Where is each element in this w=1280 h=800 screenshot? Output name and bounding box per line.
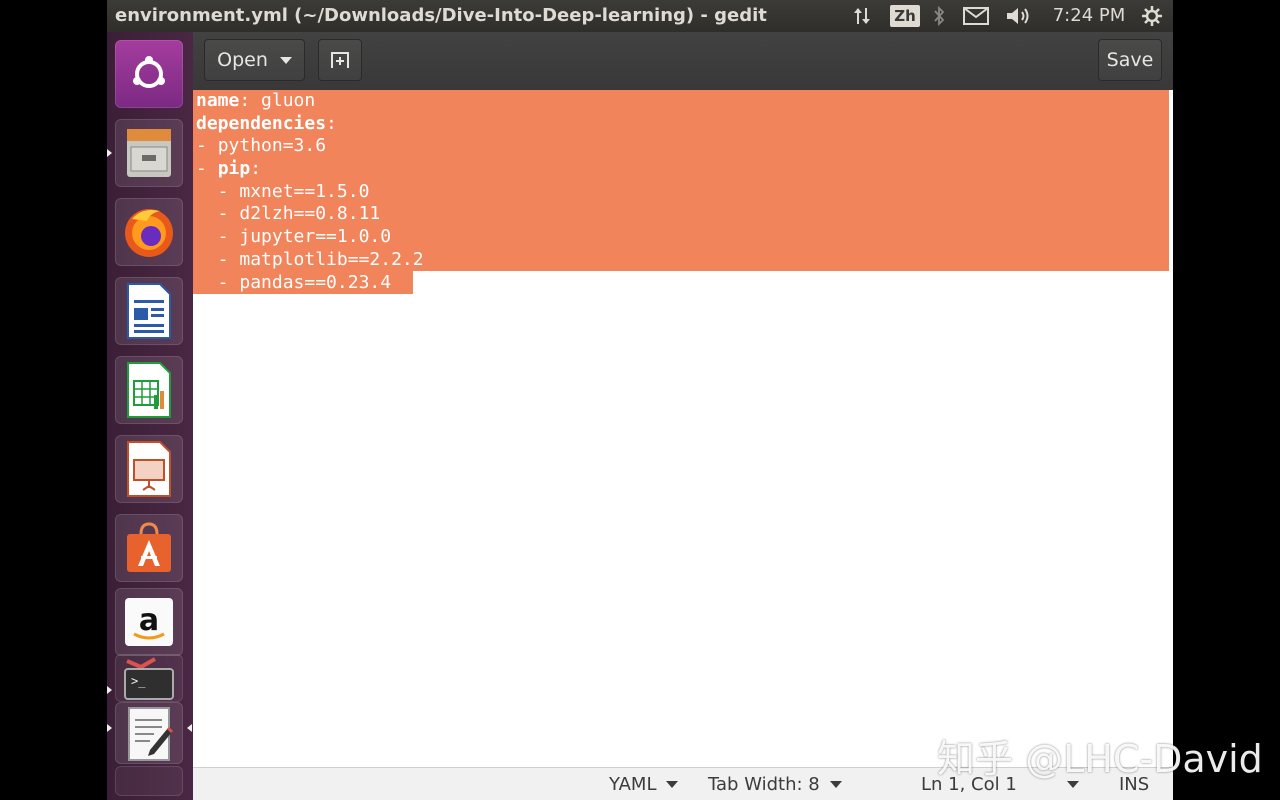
yaml-punctuation: : gluon bbox=[239, 90, 316, 111]
trash-launcher-button[interactable] bbox=[115, 766, 183, 796]
chevron-down-icon bbox=[279, 56, 292, 64]
clock[interactable]: 7:24 PM bbox=[1052, 0, 1126, 32]
code-content: name: gluon dependencies: - python=3.6- pi… bbox=[196, 90, 424, 294]
code-line: - jupyter==1.0.0 bbox=[196, 226, 424, 249]
active-window-indicator bbox=[187, 724, 192, 732]
new-document-button[interactable] bbox=[318, 39, 362, 81]
code-line: dependencies: bbox=[196, 113, 424, 136]
running-indicator bbox=[107, 149, 112, 157]
desktop-screen: environment.yml (~/Downloads/Dive-Into-D… bbox=[107, 0, 1173, 800]
amazon-launcher-button[interactable]: a bbox=[115, 588, 183, 656]
list-marker: - bbox=[196, 180, 240, 202]
yaml-punctuation: : bbox=[326, 112, 337, 134]
code-line: - d2lzh==0.8.11 bbox=[196, 203, 424, 226]
yaml-value: python=3.6 bbox=[217, 135, 327, 157]
launcher: a >_ bbox=[107, 32, 193, 800]
firefox-icon bbox=[125, 209, 173, 257]
yaml-value: d2lzh==0.8.11 bbox=[239, 203, 381, 225]
firefox-launcher-button[interactable] bbox=[115, 198, 183, 266]
code-line: name: gluon bbox=[196, 90, 424, 113]
text-editor-icon bbox=[128, 707, 174, 761]
input-method-indicator[interactable]: Zh bbox=[890, 0, 920, 32]
yaml-value: matplotlib==2.2.2 bbox=[239, 248, 424, 270]
system-gear-icon[interactable] bbox=[1139, 0, 1165, 32]
svg-text:>_: >_ bbox=[131, 674, 146, 688]
software-bag-icon bbox=[127, 522, 171, 572]
yaml-punctuation: : bbox=[250, 158, 262, 180]
files-launcher-button[interactable] bbox=[115, 119, 183, 187]
impress-launcher-button[interactable] bbox=[115, 435, 183, 503]
input-method-icon: Zh bbox=[890, 5, 920, 27]
libreoffice-calc-icon bbox=[127, 362, 171, 418]
bluetooth-icon[interactable] bbox=[929, 0, 949, 32]
code-line: - python=3.6 bbox=[196, 135, 424, 158]
text-editor-area[interactable]: name: gluon dependencies: - python=3.6- pi… bbox=[193, 90, 1173, 767]
tab-width-selector[interactable]: Tab Width: 8 bbox=[708, 768, 842, 800]
file-cabinet-icon bbox=[127, 129, 171, 177]
text-editor-launcher-button[interactable] bbox=[115, 702, 183, 764]
open-button[interactable]: Open bbox=[204, 39, 305, 81]
watermark: 知乎 @LHC-David bbox=[937, 737, 1263, 781]
code-line: - mxnet==1.5.0 bbox=[196, 181, 424, 204]
writer-launcher-button[interactable] bbox=[115, 277, 183, 345]
volume-icon[interactable] bbox=[1004, 0, 1034, 32]
yaml-key: pip bbox=[217, 158, 251, 180]
chevron-down-icon bbox=[829, 781, 842, 788]
window-title: environment.yml (~/Downloads/Dive-Into-D… bbox=[115, 5, 767, 26]
network-updown-icon[interactable] bbox=[849, 0, 875, 32]
running-indicator bbox=[107, 686, 112, 694]
running-indicator bbox=[107, 724, 112, 732]
ubuntu-logo-icon bbox=[133, 56, 165, 88]
chevron-down-icon bbox=[666, 781, 679, 788]
tab-width-label: Tab Width: 8 bbox=[708, 774, 820, 795]
yaml-value: jupyter==1.0.0 bbox=[239, 226, 392, 248]
top-panel: environment.yml (~/Downloads/Dive-Into-D… bbox=[107, 0, 1173, 32]
terminal-icon: >_ bbox=[124, 657, 174, 700]
language-label: YAML bbox=[609, 774, 657, 795]
yaml-value: mxnet==1.5.0 bbox=[239, 180, 370, 202]
list-marker: - bbox=[196, 135, 218, 157]
yaml-key: dependencies bbox=[196, 112, 327, 134]
code-line: - pip: bbox=[196, 158, 424, 181]
calc-launcher-button[interactable] bbox=[115, 356, 183, 424]
list-marker: - bbox=[196, 248, 240, 270]
svg-text:a: a bbox=[139, 603, 159, 638]
list-marker: - bbox=[196, 271, 240, 293]
libreoffice-writer-icon bbox=[127, 283, 171, 339]
open-label: Open bbox=[217, 49, 268, 71]
mail-icon[interactable] bbox=[962, 0, 990, 32]
list-marker: - bbox=[196, 158, 218, 180]
gedit-headerbar: Open Save bbox=[193, 32, 1173, 91]
language-selector[interactable]: YAML bbox=[609, 768, 679, 800]
save-button[interactable]: Save bbox=[1098, 39, 1162, 81]
software-launcher-button[interactable] bbox=[115, 514, 183, 582]
code-line: - matplotlib==2.2.2 bbox=[196, 249, 424, 272]
amazon-icon: a bbox=[125, 598, 173, 646]
new-tab-icon bbox=[331, 52, 349, 68]
code-line: - pandas==0.23.4 bbox=[196, 272, 424, 295]
settings-terminal-launcher-button[interactable]: >_ bbox=[115, 654, 183, 702]
libreoffice-impress-icon bbox=[127, 441, 171, 497]
yaml-value: pandas==0.23.4 bbox=[239, 271, 392, 293]
ubuntu-dash-button[interactable] bbox=[115, 40, 183, 108]
yaml-key: name bbox=[196, 90, 240, 111]
list-marker: - bbox=[196, 226, 240, 248]
list-marker: - bbox=[196, 203, 240, 225]
